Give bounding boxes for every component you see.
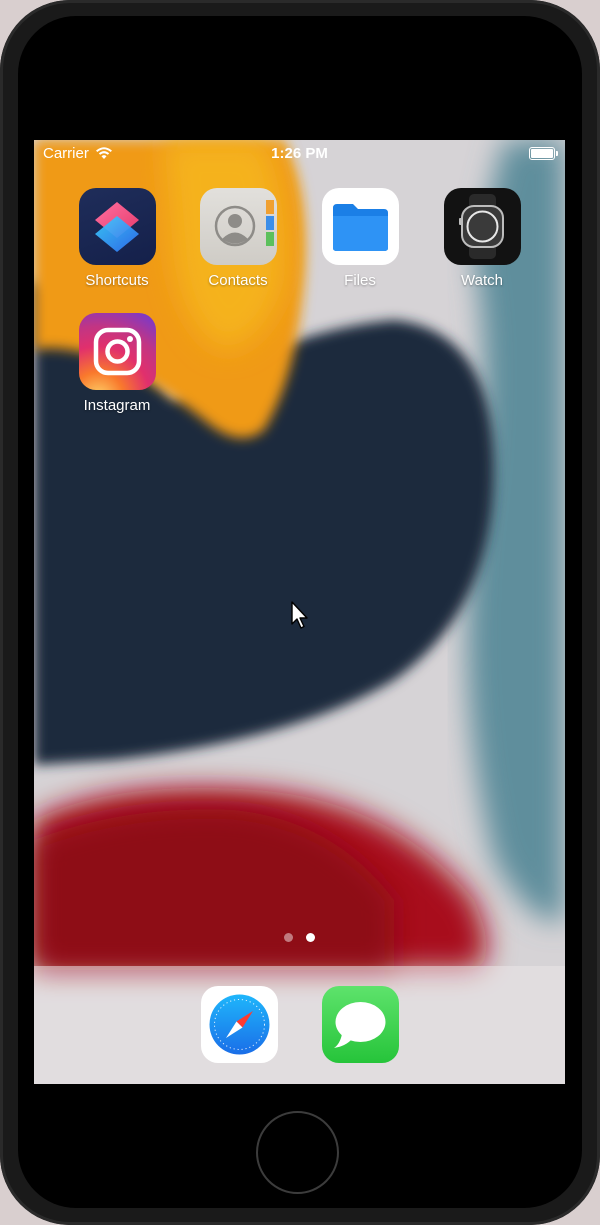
page-indicator[interactable] [34,933,565,942]
status-bar: Carrier 1:26 PM [34,140,565,168]
app-shortcuts[interactable]: Shortcuts [67,188,167,289]
app-instagram[interactable]: Instagram [67,313,167,414]
dock [34,966,565,1084]
app-label: Watch [461,272,503,289]
watch-icon [443,188,521,265]
instagram-icon [78,313,156,390]
files-icon [321,188,399,265]
app-label: Files [344,272,376,289]
clock: 1:26 PM [271,145,328,162]
mouse-cursor-icon [291,601,308,629]
shortcuts-icon [78,188,156,265]
app-label: Contacts [208,272,268,289]
battery-icon [529,147,558,160]
app-files[interactable]: Files [310,188,410,289]
page-dot-active[interactable] [306,933,315,942]
contacts-icon [199,188,277,265]
app-contacts[interactable]: Contacts [188,188,288,289]
app-label: Shortcuts [85,272,149,289]
home-button[interactable] [256,1111,339,1194]
app-watch[interactable]: Watch [432,188,532,289]
messages-icon[interactable] [322,986,399,1063]
page-dot[interactable] [284,933,293,942]
safari-icon[interactable] [201,986,278,1063]
phone-frame: Carrier 1:26 PM Shortcuts Contacts Files… [0,0,600,1225]
app-label: Instagram [83,397,151,414]
